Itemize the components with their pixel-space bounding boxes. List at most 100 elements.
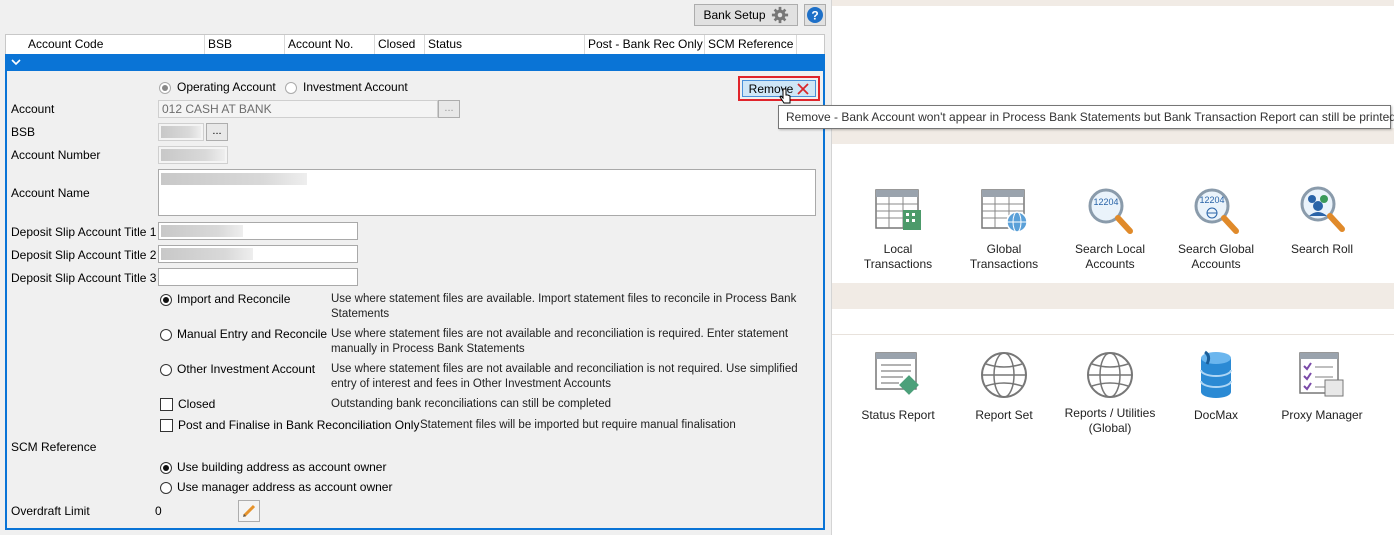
tile-proxy-manager[interactable]: Proxy Manager	[1269, 350, 1375, 423]
selected-row-band[interactable]	[5, 54, 825, 71]
bank-setup-label: Bank Setup	[703, 8, 766, 22]
tile-label-line2: Accounts	[1191, 257, 1241, 271]
post-finalise-checkbox[interactable]	[160, 419, 173, 432]
accounts-grid-header: Account Code BSB Account No. Closed Stat…	[5, 34, 825, 55]
manual-entry-radio[interactable]	[160, 329, 172, 341]
tile-search-global-accounts[interactable]: 12204 Search Global Accounts	[1163, 186, 1269, 272]
import-and-reconcile-radio[interactable]	[160, 294, 172, 306]
bsb-field[interactable]	[158, 123, 204, 141]
bsb-browse-button[interactable]: ...	[206, 123, 228, 141]
edit-overdraft-button[interactable]	[238, 500, 260, 522]
post-finalise-label: Post and Finalise in Bank Reconciliation…	[178, 418, 420, 432]
column-scm-reference[interactable]: SCM Reference	[708, 37, 793, 51]
column-account-code[interactable]: Account Code	[28, 37, 103, 51]
other-investment-radio[interactable]	[160, 364, 172, 376]
manager-owner-radio[interactable]	[160, 482, 172, 494]
tile-status-report[interactable]: Status Report	[845, 350, 951, 423]
local-transactions-icon	[875, 189, 921, 230]
chevron-down-icon[interactable]	[10, 58, 22, 68]
deposit-title-1-field[interactable]	[158, 222, 358, 240]
tile-reports-utilities-global[interactable]: Reports / Utilities (Global)	[1057, 350, 1163, 436]
closed-checkbox[interactable]	[160, 398, 173, 411]
tile-label-line1: Search Roll	[1290, 242, 1354, 256]
building-owner-radio[interactable]	[160, 462, 172, 474]
investment-account-radio[interactable]	[285, 82, 297, 94]
search-local-accounts-icon: 12204	[1088, 188, 1133, 234]
tile-local-transactions[interactable]: Local Transactions	[845, 186, 951, 272]
launcher-panel: Local Transactions Global Transactions 1…	[832, 0, 1394, 535]
operating-account-radio[interactable]	[159, 82, 171, 94]
proxy-manager-icon	[1299, 352, 1344, 397]
operating-account-label: Operating Account	[177, 80, 276, 94]
svg-text:?: ?	[811, 9, 818, 23]
column-divider	[796, 35, 797, 55]
remove-tooltip: Remove - Bank Account won't appear in Pr…	[778, 105, 1394, 129]
bank-setup-dialog: Bank Setup ? Account Code BSB Account No…	[0, 0, 832, 535]
tile-report-set[interactable]: Report Set	[951, 350, 1057, 423]
tile-global-transactions[interactable]: Global Transactions	[951, 186, 1057, 272]
tile-label-line2: Transactions	[863, 257, 933, 271]
other-investment-label: Other Investment Account	[177, 362, 316, 376]
hand-cursor-icon	[779, 88, 791, 104]
section-divider	[832, 334, 1394, 335]
desc-line: Statements	[331, 308, 390, 320]
bank-setup-button[interactable]: Bank Setup	[694, 4, 798, 26]
account-number-field[interactable]	[158, 146, 228, 164]
section-band-1	[832, 128, 1394, 144]
deposit-title-3-field[interactable]	[158, 268, 358, 286]
status-report-icon	[875, 352, 919, 395]
overdraft-limit-value: 0	[155, 504, 162, 518]
tile-label-line1: Report Set	[975, 408, 1033, 422]
tile-search-roll[interactable]: Search Roll	[1269, 184, 1375, 257]
overdraft-limit-label: Overdraft Limit	[11, 504, 90, 518]
tile-label-line2: (Global)	[1088, 421, 1132, 435]
reports-utilities-globe-icon	[1087, 352, 1133, 398]
manager-owner-label: Use manager address as account owner	[177, 480, 393, 494]
account-number-label: Account Number	[11, 148, 101, 162]
column-post-bank-rec-only[interactable]: Post - Bank Rec Only	[588, 37, 703, 51]
tile-label-line1: Proxy Manager	[1281, 408, 1363, 422]
tile-label-line1: DocMax	[1193, 408, 1238, 422]
bsb-label: BSB	[11, 125, 36, 139]
help-button[interactable]: ?	[804, 4, 826, 26]
column-divider	[704, 35, 705, 55]
gear-icon	[771, 6, 788, 24]
deposit-title-2-field[interactable]	[158, 245, 358, 263]
column-status[interactable]: Status	[428, 37, 462, 51]
manual-entry-desc: Use where statement files are not availa…	[331, 327, 788, 357]
account-browse-button[interactable]: ...	[438, 100, 460, 118]
column-account-no[interactable]: Account No.	[288, 37, 353, 51]
closed-desc: Outstanding bank reconciliations can sti…	[331, 398, 611, 410]
report-set-icon	[981, 352, 1027, 398]
desc-line: manually in Process Bank Statements	[331, 343, 525, 355]
tile-label-line1: Local	[883, 242, 913, 256]
tile-docmax[interactable]: DocMax	[1163, 350, 1269, 423]
column-closed[interactable]: Closed	[378, 37, 415, 51]
account-badge: 12204	[1093, 197, 1118, 207]
column-divider	[284, 35, 285, 55]
other-investment-desc: Use where statement files are not availa…	[331, 362, 798, 392]
tile-label-line2: Transactions	[969, 257, 1039, 271]
pencil-icon	[242, 504, 256, 518]
docmax-database-icon	[1200, 350, 1232, 398]
account-badge: 12204	[1199, 195, 1224, 205]
account-label: Account	[11, 102, 55, 116]
search-global-accounts-icon: 12204	[1194, 188, 1239, 234]
search-roll-icon	[1300, 186, 1345, 232]
tile-label-line1: Status Report	[861, 408, 935, 422]
tile-label-line1: Search Global	[1177, 242, 1255, 256]
account-name-field[interactable]	[158, 169, 816, 216]
column-bsb[interactable]: BSB	[208, 37, 232, 51]
import-and-reconcile-desc: Use where statement files are available.…	[331, 292, 796, 322]
deposit-title-1-label: Deposit Slip Account Title 1	[11, 225, 157, 239]
global-transactions-icon	[981, 189, 1028, 233]
account-field[interactable]: 012 CASH AT BANK	[158, 100, 438, 118]
desc-line: Use where statement files are available.…	[331, 293, 797, 305]
scm-reference-label: SCM Reference	[11, 440, 97, 454]
question-mark-icon: ?	[807, 7, 823, 23]
deposit-title-3-label: Deposit Slip Account Title 3	[11, 271, 157, 285]
close-x-icon	[797, 82, 809, 95]
building-owner-label: Use building address as account owner	[177, 460, 387, 474]
tile-search-local-accounts[interactable]: 12204 Search Local Accounts	[1057, 186, 1163, 272]
account-name-label: Account Name	[11, 186, 90, 200]
